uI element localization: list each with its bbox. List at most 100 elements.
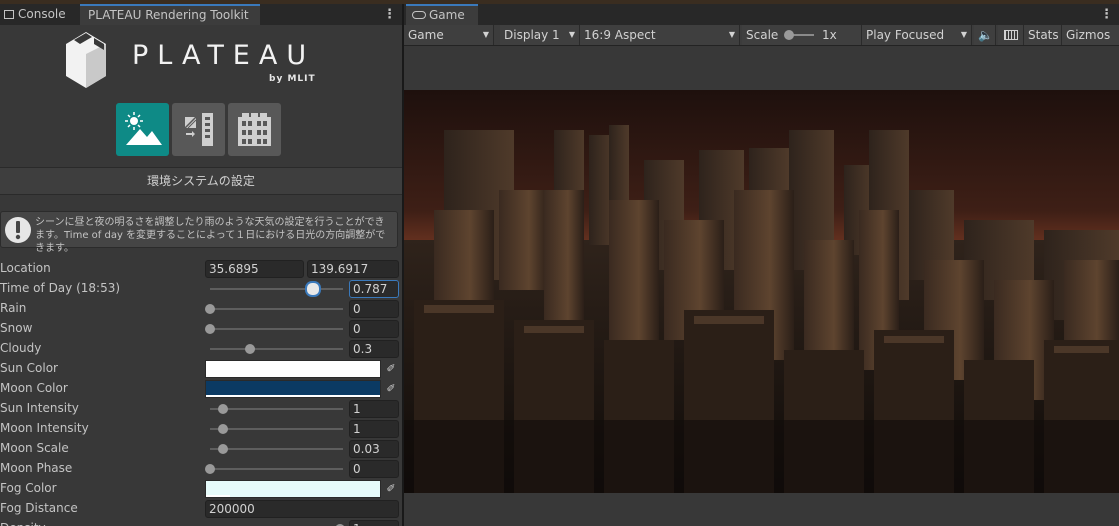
scale-label: Scale	[746, 28, 779, 42]
play-mode-label: Play Focused	[866, 28, 945, 42]
plateau-logo: PLATEAU by MLIT	[64, 30, 344, 92]
slider-value-field[interactable]: 1	[349, 420, 399, 438]
latitude-field[interactable]: 35.6895	[205, 260, 304, 278]
slider-label: Rain	[0, 301, 27, 315]
slider-row: Moon Scale 0.03	[0, 438, 402, 458]
play-focused-dropdown[interactable]: Play Focused ▼	[862, 25, 972, 45]
alpha-bar	[206, 495, 231, 497]
partial-row-field[interactable]: 1	[349, 520, 399, 526]
slider-knob[interactable]	[244, 344, 255, 354]
slider-row: Moon Phase 0	[0, 458, 402, 478]
chevron-down-icon: ▼	[568, 30, 575, 39]
slider-value-field[interactable]: 1	[349, 400, 399, 418]
slider-row: Sun Intensity 1	[0, 398, 402, 418]
slider-track[interactable]	[210, 408, 343, 410]
section-title: 環境システムの設定	[0, 167, 402, 195]
slider-track[interactable]	[210, 448, 343, 450]
left-panel-menu-icon[interactable]: ⋮	[383, 4, 396, 25]
environment-mode-button[interactable]	[116, 103, 169, 156]
eyedropper-icon[interactable]: ✐	[382, 480, 400, 498]
tab-game[interactable]: Game	[406, 4, 478, 25]
chevron-down-icon: ▼	[728, 30, 735, 39]
color-row: Moon Color ✐	[0, 378, 402, 398]
slider-value-field[interactable]: 0.03	[349, 440, 399, 458]
game-mode-label: Game	[408, 28, 444, 42]
slider-value-field[interactable]: 0.3	[349, 340, 399, 358]
slider-value-field[interactable]: 0	[349, 300, 399, 318]
speaker-icon: 🔈	[978, 28, 993, 42]
fog-distance-row: Fog Distance 200000	[0, 498, 402, 518]
chevron-down-icon: ▼	[482, 30, 489, 39]
color-swatch[interactable]	[205, 480, 381, 498]
color-swatch[interactable]	[205, 360, 381, 378]
help-text: シーンに昼と夜の明るさを調整したり雨のような天気の設定を行うことができます。Ti…	[35, 217, 386, 254]
slider-track[interactable]	[210, 288, 343, 290]
shortcuts-button[interactable]	[998, 25, 1024, 45]
left-tab-bar: Console PLATEAU Rendering Toolkit ⋮	[0, 4, 402, 25]
slider-label: Cloudy	[0, 341, 42, 355]
color-swatch[interactable]	[205, 380, 381, 398]
slider-knob[interactable]	[307, 283, 320, 295]
alpha-bar	[206, 395, 380, 397]
tab-console[interactable]: Console	[0, 4, 80, 25]
slider-value-field[interactable]: 0	[349, 460, 399, 478]
scale-slider-knob[interactable]	[784, 30, 794, 40]
slider-track[interactable]	[210, 308, 343, 310]
slider-knob[interactable]	[205, 324, 215, 334]
scale-value: 1x	[822, 28, 837, 42]
slider-knob[interactable]	[218, 404, 229, 414]
tab-game-label: Game	[429, 8, 465, 22]
color-label: Sun Color	[0, 361, 58, 375]
alpha-bar	[206, 375, 380, 377]
scale-control: Scale 1x	[742, 25, 862, 45]
info-exclamation-icon	[5, 217, 31, 243]
tab-plateau-label: PLATEAU Rendering Toolkit	[88, 8, 249, 22]
building-grid-mode-button[interactable]	[228, 103, 281, 156]
environment-landscape-icon	[125, 112, 162, 145]
slider-label: Sun Intensity	[0, 401, 79, 415]
slider-knob[interactable]	[218, 424, 229, 434]
chevron-down-icon: ▼	[960, 30, 967, 39]
slider-knob[interactable]	[205, 464, 215, 474]
display-label: Display 1	[504, 28, 560, 42]
slider-row: Snow 0	[0, 318, 402, 338]
slider-label: Moon Scale	[0, 441, 69, 455]
slider-row: Rain 0	[0, 298, 402, 318]
slider-row: Time of Day (18:53) 0.787	[0, 278, 402, 298]
slider-value-field[interactable]: 0	[349, 320, 399, 338]
mute-audio-button[interactable]: 🔈	[974, 25, 996, 45]
partial-row-label: Density	[0, 518, 46, 526]
slider-track[interactable]	[210, 468, 343, 470]
eyedropper-icon[interactable]: ✐	[382, 380, 400, 398]
aspect-dropdown[interactable]: 16:9 Aspect ▼	[580, 25, 740, 45]
slider-knob[interactable]	[218, 444, 229, 454]
help-box: シーンに昼と夜の明るさを調整したり雨のような天気の設定を行うことができます。Ti…	[0, 211, 398, 254]
eyedropper-icon[interactable]: ✐	[382, 360, 400, 378]
slider-value-field[interactable]: 0.787	[349, 280, 399, 298]
right-panel-menu-icon[interactable]: ⋮	[1100, 4, 1113, 25]
stats-button[interactable]: Stats	[1024, 25, 1062, 45]
building-texture-icon	[184, 113, 213, 146]
game-mode-dropdown[interactable]: Game ▼	[404, 25, 494, 45]
slider-track[interactable]	[210, 428, 343, 430]
longitude-field[interactable]: 139.6917	[307, 260, 399, 278]
slider-track[interactable]	[210, 328, 343, 330]
tab-console-label: Console	[18, 7, 66, 21]
game-view-panel: Game ⋮ Game ▼ Display 1 ▼ 16:9 Aspect ▼ Sca…	[404, 4, 1119, 526]
game-viewport[interactable]	[404, 90, 1119, 493]
gizmos-button[interactable]: Gizmos	[1062, 25, 1119, 45]
slider-track[interactable]	[210, 348, 343, 350]
slider-knob[interactable]	[205, 304, 215, 314]
fog-distance-field[interactable]: 200000	[205, 500, 399, 518]
building-texture-mode-button[interactable]	[172, 103, 225, 156]
color-row: Fog Color ✐	[0, 478, 402, 498]
right-tab-bar: Game ⋮	[404, 4, 1119, 25]
color-label: Fog Color	[0, 481, 57, 495]
tab-plateau-toolkit[interactable]: PLATEAU Rendering Toolkit	[80, 4, 260, 25]
plateau-cube-logo-icon	[66, 32, 106, 88]
gamepad-icon	[412, 11, 426, 19]
slider-label: Moon Intensity	[0, 421, 89, 435]
display-dropdown[interactable]: Display 1 ▼	[500, 25, 580, 45]
slider-row: Cloudy 0.3	[0, 338, 402, 358]
partial-row: Density 1	[0, 518, 402, 526]
